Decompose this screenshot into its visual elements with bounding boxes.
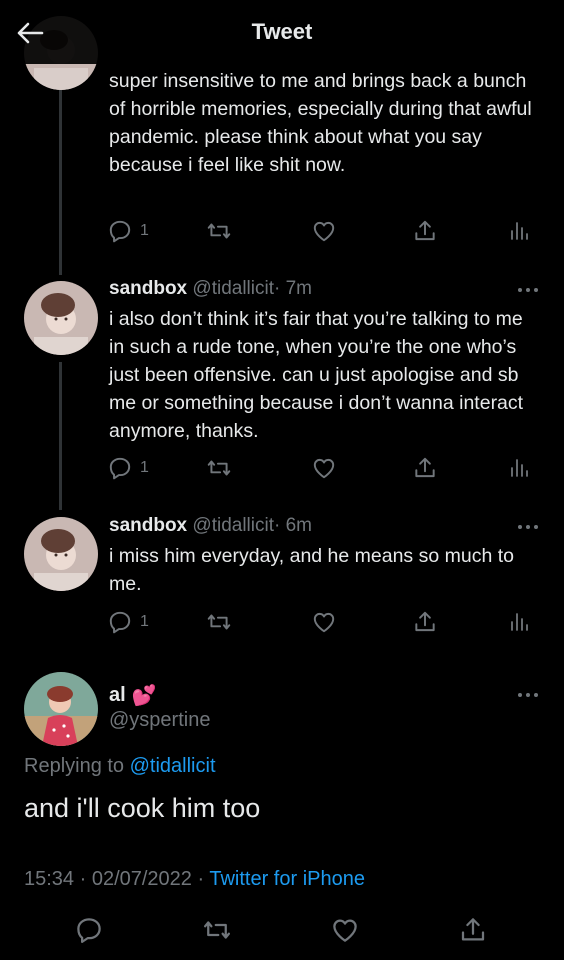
- reply-button[interactable]: 1: [107, 607, 149, 637]
- share-icon: [415, 457, 435, 478]
- retweet-button[interactable]: [205, 453, 233, 483]
- reply-count: 1: [140, 613, 149, 630]
- heart-icon: [313, 458, 335, 479]
- page-title: Tweet: [251, 19, 313, 44]
- author-name[interactable]: al 💕: [109, 683, 157, 708]
- like-button[interactable]: [311, 607, 337, 637]
- analytics-button[interactable]: [508, 216, 530, 246]
- share-icon: [415, 611, 435, 632]
- tweet-timestamp: 15:34 · 02/07/2022 · Twitter for iPhone: [24, 868, 365, 891]
- share-button[interactable]: [412, 607, 438, 637]
- like-button[interactable]: [327, 912, 363, 948]
- tweet-text: super insensitive to me and brings back …: [109, 70, 532, 176]
- main-tweet-actions: [0, 912, 564, 948]
- retweet-button[interactable]: [205, 607, 233, 637]
- reply-mention-link[interactable]: @tidallicit: [130, 755, 216, 777]
- tweet-actions: 1: [107, 216, 537, 246]
- retweet-icon: [207, 223, 231, 239]
- thread-connector: [59, 90, 62, 275]
- replying-prefix: Replying to: [24, 755, 125, 777]
- reply-icon: [77, 918, 101, 943]
- top-bar: Tweet: [0, 0, 564, 64]
- heart-icon: [333, 919, 357, 942]
- author-handle[interactable]: @yspertine: [109, 709, 210, 732]
- retweet-button[interactable]: [199, 912, 235, 948]
- reply-button[interactable]: 1: [107, 453, 149, 483]
- reply-icon: [109, 457, 131, 480]
- like-button[interactable]: [311, 453, 337, 483]
- tweet-meta: sandbox @tidallicit· 7m: [109, 276, 312, 302]
- more-options-icon[interactable]: [516, 285, 540, 295]
- retweet-icon: [207, 460, 231, 476]
- heart-icon: [313, 612, 335, 633]
- reply-button[interactable]: 1: [107, 216, 149, 246]
- tweet-actions: 1: [107, 453, 537, 483]
- avatar[interactable]: [24, 672, 98, 746]
- analytics-icon: [511, 459, 528, 477]
- author-name[interactable]: sandbox: [109, 515, 187, 536]
- retweet-icon: [204, 921, 230, 939]
- retweet-button[interactable]: [205, 216, 233, 246]
- hearts-emoji: 💕: [131, 685, 157, 707]
- share-icon: [415, 220, 435, 241]
- reply-icon: [109, 220, 131, 243]
- like-button[interactable]: [311, 216, 337, 246]
- author-handle[interactable]: @tidallicit: [192, 278, 274, 299]
- analytics-icon: [511, 613, 528, 631]
- retweet-icon: [207, 614, 231, 630]
- main-tweet-text: and i'll cook him too: [24, 793, 261, 823]
- thread-connector: [59, 362, 62, 510]
- reply-icon: [109, 611, 131, 634]
- reply-button[interactable]: [71, 912, 107, 948]
- tweet-actions: 1: [107, 607, 537, 637]
- replying-to: Replying to @tidallicit: [24, 755, 216, 778]
- more-options-icon[interactable]: [516, 690, 540, 700]
- share-button[interactable]: [412, 453, 438, 483]
- tweet-text: i also don’t think it’s fair that you’re…: [109, 308, 524, 442]
- heart-icon: [313, 221, 335, 242]
- avatar[interactable]: [24, 517, 98, 591]
- tweet-text: i miss him everyday, and he means so muc…: [109, 545, 514, 595]
- tweet-meta: sandbox @tidallicit· 6m: [109, 513, 312, 539]
- avatar[interactable]: [24, 281, 98, 355]
- author-name[interactable]: sandbox: [109, 278, 187, 299]
- author-handle[interactable]: @tidallicit: [192, 515, 274, 536]
- share-button[interactable]: [455, 912, 491, 948]
- source-link[interactable]: Twitter for iPhone: [209, 868, 365, 890]
- reply-count: 1: [140, 459, 149, 476]
- analytics-button[interactable]: [508, 453, 530, 483]
- analytics-icon: [511, 222, 528, 240]
- tweet-time: · 7m: [274, 278, 312, 299]
- more-options-icon[interactable]: [516, 522, 540, 532]
- timestamp-text: 15:34 · 02/07/2022 ·: [24, 868, 205, 890]
- tweet-time: · 6m: [274, 515, 312, 536]
- author-name-text: al: [109, 684, 126, 706]
- share-icon: [461, 918, 485, 941]
- share-button[interactable]: [412, 216, 438, 246]
- reply-count: 1: [140, 222, 149, 239]
- analytics-button[interactable]: [508, 607, 530, 637]
